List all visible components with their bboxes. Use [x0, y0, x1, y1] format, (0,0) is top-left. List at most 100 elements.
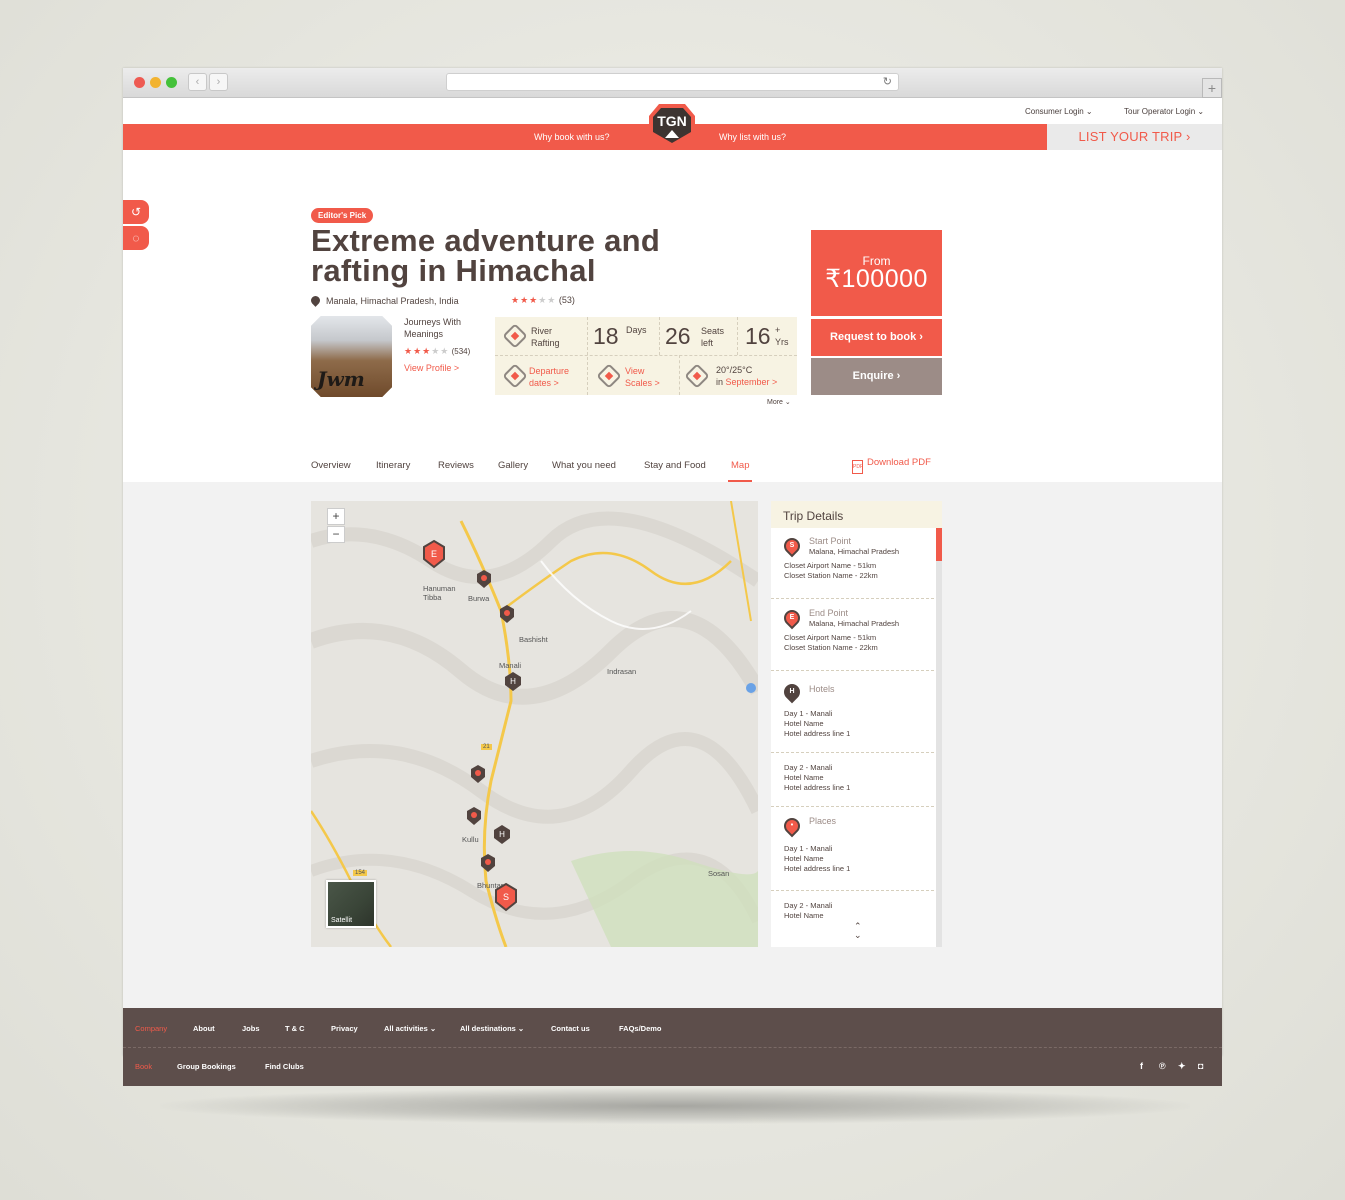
satellite-label: Satellit: [331, 917, 353, 924]
start-point-section: S Start Point Malana, Himachal Pradesh C…: [771, 528, 934, 599]
seats-value: 26: [665, 323, 691, 349]
footer-link-group-bookings[interactable]: Group Bookings: [177, 1062, 236, 1071]
tab-stay-and-food[interactable]: Stay and Food: [644, 460, 706, 471]
departure-dates-link[interactable]: Departure dates >: [529, 365, 584, 389]
place-name: Hotel Name: [784, 854, 824, 863]
undo-icon[interactable]: ↺: [123, 200, 149, 224]
download-pdf-link[interactable]: PDF Download PDF: [852, 457, 931, 474]
why-book-link[interactable]: Why book with us?: [534, 132, 610, 142]
window-shadow: [160, 1088, 1190, 1124]
start-point-place: Malana, Himachal Pradesh: [809, 547, 900, 556]
view-profile-link[interactable]: View Profile >: [404, 363, 459, 373]
end-point-title: End Point: [809, 608, 849, 618]
svg-text:E: E: [431, 549, 437, 559]
list-your-trip-button[interactable]: LIST YOUR TRIP ›: [1047, 124, 1222, 150]
tgn-logo[interactable]: TGN: [649, 104, 695, 148]
footer-link-all-destinations[interactable]: All destinations ⌄: [460, 1024, 524, 1033]
places-day2-section: Day 2 - Manali Hotel Name: [771, 891, 934, 947]
footer-link-find-clubs[interactable]: Find Clubs: [265, 1062, 304, 1071]
top-nav-bar: Why book with us? Why list with us?: [123, 124, 1047, 150]
satellite-toggle[interactable]: Satellit: [326, 880, 376, 928]
pinterest-icon[interactable]: ℗: [1159, 1061, 1166, 1071]
minimize-window-button[interactable]: [150, 77, 161, 88]
trip-details-scrollbar[interactable]: [936, 528, 942, 947]
footer-link-tc[interactable]: T & C: [285, 1024, 305, 1033]
age-label: + Yrs: [775, 325, 789, 347]
start-station: Closet Station Name - 22km: [784, 571, 878, 580]
trip-rating-count: (53): [558, 295, 575, 305]
chat-icon[interactable]: ◌: [123, 226, 149, 250]
trip-title: Extreme adventure and rafting in Himacha…: [311, 223, 661, 288]
url-bar[interactable]: ↻: [446, 73, 899, 91]
days-label: Days: [626, 325, 647, 335]
rafting-icon: [502, 323, 528, 349]
trip-details-panel: Trip Details S Start Point Malana, Himac…: [771, 501, 942, 947]
start-airport: Closet Airport Name - 51km: [784, 561, 877, 570]
end-point-place: Malana, Himachal Pradesh: [809, 619, 900, 628]
footer-link-contact[interactable]: Contact us: [551, 1024, 590, 1033]
hotels-title: Hotels: [809, 684, 835, 694]
operator-image[interactable]: Jwm: [311, 316, 392, 397]
consumer-login-link[interactable]: Consumer Login ⌄: [1025, 107, 1093, 116]
footer-link-about[interactable]: About: [193, 1024, 215, 1033]
hotel-pin-icon: H: [780, 680, 804, 704]
editors-pick-badge: Editor's Pick: [311, 208, 374, 223]
tab-overview[interactable]: Overview: [311, 460, 351, 471]
operator-rating-count: (534): [451, 347, 471, 356]
more-toggle[interactable]: More ⌄: [767, 398, 791, 406]
footer-company-label: Company: [135, 1024, 168, 1033]
operator-logo-text: Jwm: [317, 367, 365, 391]
places-section: • Places Day 1 - Manali Hotel Name Hotel…: [771, 807, 934, 891]
tour-operator-login-link[interactable]: Tour Operator Login ⌄: [1124, 107, 1204, 116]
footer-link-privacy[interactable]: Privacy: [331, 1024, 358, 1033]
enquire-button[interactable]: Enquire ›: [811, 358, 942, 395]
route-map[interactable]: + − Hanuman Tibba Burwa Bashisht Manali …: [311, 501, 758, 947]
tab-gallery[interactable]: Gallery: [498, 460, 528, 471]
footer-divider: [123, 1047, 1222, 1048]
why-list-link[interactable]: Why list with us?: [719, 132, 786, 142]
hotel-name: Hotel Name: [784, 773, 824, 782]
hotels-section: H Hotels Day 1 - Manali Hotel Name Hotel…: [771, 671, 934, 753]
end-station: Closet Station Name - 22km: [784, 643, 878, 652]
reload-icon[interactable]: ↻: [883, 75, 892, 88]
month-link[interactable]: September >: [726, 377, 778, 387]
end-point-section: E End Point Malana, Himachal Pradesh Clo…: [771, 599, 934, 671]
footer-link-all-activities[interactable]: All activities ⌄: [384, 1024, 436, 1033]
close-window-button[interactable]: [134, 77, 145, 88]
location-text: Manala, Himachal Pradesh, India: [326, 296, 459, 306]
svg-text:S: S: [503, 892, 509, 902]
tab-reviews[interactable]: Reviews: [438, 460, 474, 471]
map-markers: E H H S: [423, 539, 521, 912]
operator-rating: ★★★★★ (534): [404, 346, 470, 357]
operator-rating-stars: ★★★★★: [404, 346, 450, 356]
maximize-window-button[interactable]: [166, 77, 177, 88]
info-divider: [737, 317, 738, 355]
facebook-icon[interactable]: f: [1140, 1061, 1143, 1071]
tab-itinerary[interactable]: Itinerary: [376, 460, 410, 471]
seats-label: Seats left: [701, 326, 725, 348]
tab-what-you-need[interactable]: What you need: [552, 460, 616, 471]
operator-name[interactable]: Journeys With Meanings: [404, 316, 484, 340]
new-tab-icon[interactable]: +: [1202, 78, 1222, 98]
twitter-icon[interactable]: ✦: [1178, 1061, 1186, 1072]
view-scales-link[interactable]: View Scales >: [625, 365, 673, 389]
place-pin-icon: •: [780, 814, 804, 838]
scroll-arrows-icon[interactable]: ⌃ ⌄: [854, 922, 862, 940]
footer-link-jobs[interactable]: Jobs: [242, 1024, 260, 1033]
calendar-icon: [502, 363, 528, 389]
age-value: 16: [745, 323, 771, 349]
info-divider: [679, 355, 680, 395]
back-icon[interactable]: ‹: [188, 73, 207, 91]
pdf-icon: PDF: [852, 460, 863, 474]
hotel-address: Hotel address line 1: [784, 729, 851, 738]
request-to-book-button[interactable]: Request to book ›: [811, 319, 942, 356]
places-title: Places: [809, 816, 837, 826]
instagram-icon[interactable]: ◘: [1198, 1061, 1203, 1071]
end-pin-icon: E: [780, 606, 804, 630]
tab-map[interactable]: Map: [727, 460, 754, 482]
start-point-title: Start Point: [809, 536, 852, 546]
svg-text:H: H: [499, 830, 505, 839]
footer-link-faqs[interactable]: FAQs/Demo: [619, 1024, 662, 1033]
forward-icon[interactable]: ›: [209, 73, 228, 91]
logo-text: TGN: [657, 113, 687, 129]
